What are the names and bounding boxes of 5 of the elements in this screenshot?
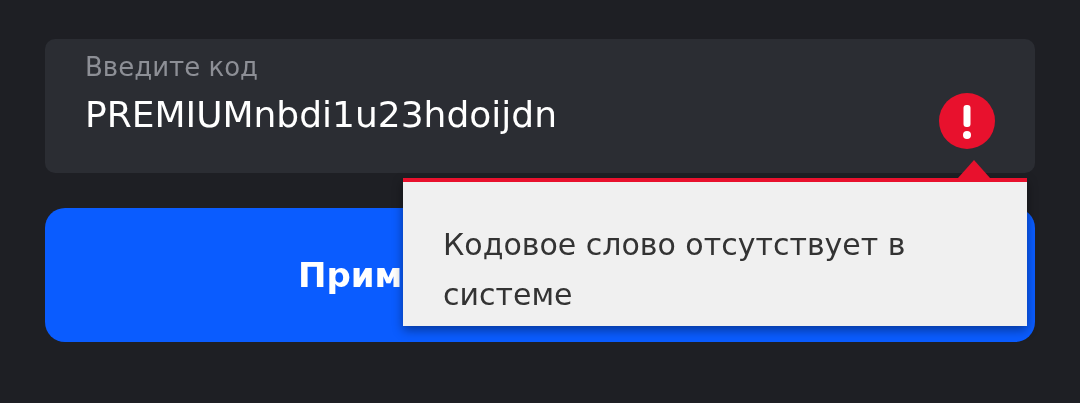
error-message: Кодовое слово отсутствует в системе <box>443 226 907 314</box>
error-icon <box>939 93 995 149</box>
code-value: PREMIUMnbdi1u23hdoijdn <box>85 93 557 137</box>
field-label: Введите код <box>85 51 260 84</box>
code-field[interactable]: Введите код PREMIUMnbdi1u23hdoijdn <box>45 39 1035 173</box>
